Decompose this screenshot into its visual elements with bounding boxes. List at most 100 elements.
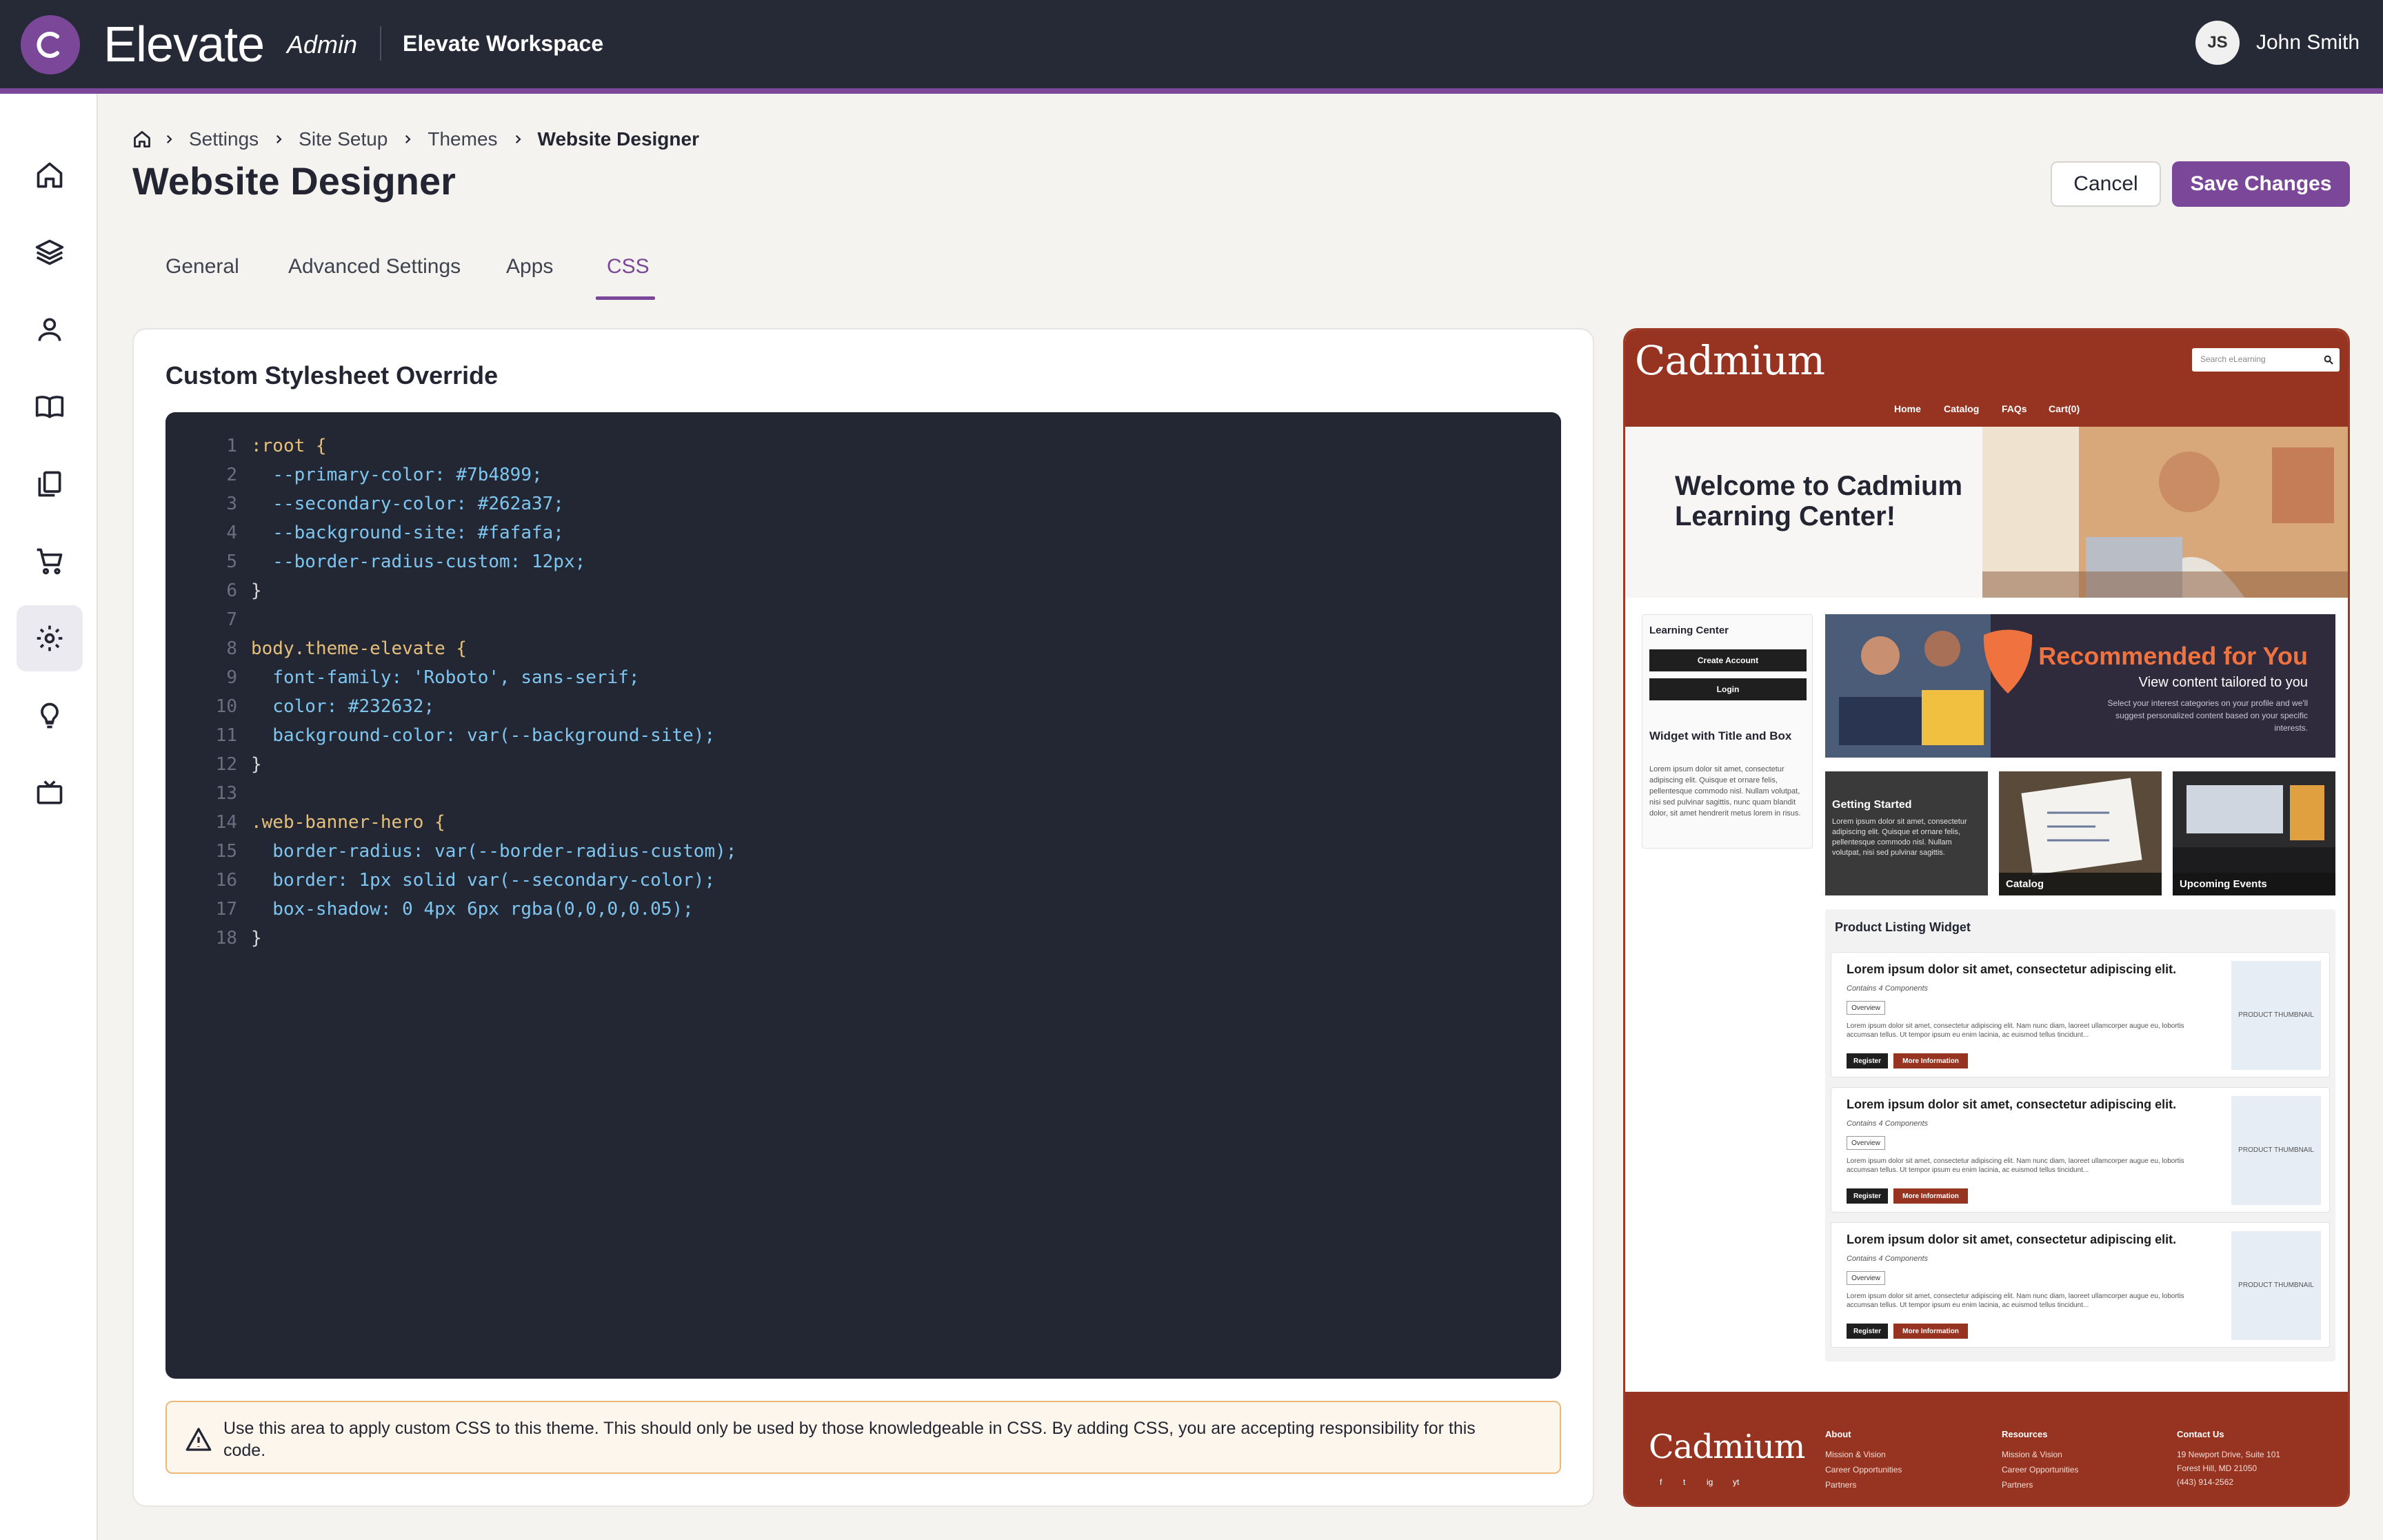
preview-footer-address: 19 Newport Drive, Suite 101: [2177, 1450, 2281, 1459]
sidebar-item-media[interactable]: [17, 760, 83, 826]
preview-widget-title: Widget with Title and Box: [1649, 729, 1792, 742]
admin-label: Admin: [287, 30, 358, 59]
preview-footer-phone: (443) 914-2562: [2177, 1477, 2234, 1487]
preview-footer-resources-title: Resources: [2002, 1429, 2048, 1439]
user-name[interactable]: John Smith: [2256, 31, 2360, 54]
cart-icon: [37, 548, 63, 575]
preview-product-thumbnail: PRODUCT THUMBNAIL: [2231, 1231, 2321, 1340]
instagram-icon: ig: [1707, 1477, 1713, 1487]
preview-footer-city: Forest Hill, MD 21050: [2177, 1463, 2258, 1473]
preview-footer: Cadmium f t ig yt About Mission & Vision…: [1625, 1392, 2348, 1505]
preview-getting-started-title: Getting Started: [1832, 799, 1912, 811]
preview-nav-cart: Cart(0): [2049, 403, 2080, 414]
sidebar-item-home[interactable]: [17, 142, 83, 208]
preview-recommended-title: Recommended for You: [2038, 642, 2308, 670]
preview-register-button: Register: [1847, 1188, 1888, 1204]
preview-product-item: Lorem ipsum dolor sit amet, consectetur …: [1831, 1222, 2330, 1348]
preview-recommended-banner: Recommended for You View content tailore…: [1825, 614, 2335, 758]
breadcrumb-current: Website Designer: [537, 128, 699, 150]
workspace-name[interactable]: Elevate Workspace: [403, 31, 603, 57]
code-text: :root {: [251, 436, 327, 456]
sidebar-item-users[interactable]: [17, 296, 83, 363]
cancel-button[interactable]: Cancel: [2051, 161, 2161, 207]
brand-name: Elevate: [103, 17, 265, 72]
youtube-icon: yt: [1733, 1477, 1740, 1487]
preview-search-placeholder: Search eLearning: [2200, 354, 2266, 364]
chevron-right-icon: [401, 133, 414, 145]
preview-product-item: Lorem ipsum dolor sit amet, consectetur …: [1831, 952, 2330, 1077]
preview-product-description: Lorem ipsum dolor sit amet, consectetur …: [1847, 1293, 2184, 1309]
preview-catalog-label: Catalog: [1999, 873, 2162, 895]
chevron-right-icon: [512, 133, 524, 145]
avatar[interactable]: JS: [2195, 21, 2240, 65]
user-icon: [38, 318, 61, 341]
preview-learning-center-title: Learning Center: [1649, 625, 1729, 636]
preview-footer-link: Career Opportunities: [2002, 1465, 2079, 1475]
preview-create-account-button: Create Account: [1649, 649, 1807, 671]
code-text: }: [251, 754, 262, 775]
layers-icon: [35, 239, 64, 265]
chevron-right-icon: [163, 133, 175, 145]
sidebar-item-ideas[interactable]: [17, 682, 83, 749]
save-changes-button[interactable]: Save Changes: [2172, 161, 2350, 207]
breadcrumb-themes[interactable]: Themes: [428, 128, 497, 150]
preview-footer-about-title: About: [1825, 1429, 1851, 1439]
preview-product-overview-tag: Overview: [1847, 1001, 1885, 1015]
tab-general[interactable]: General: [165, 255, 239, 278]
preview-footer-link: Partners: [2002, 1480, 2033, 1490]
preview-products-title: Product Listing Widget: [1835, 920, 1971, 934]
preview-hero-image: [1982, 427, 2348, 598]
warning-icon: [185, 1428, 212, 1451]
preview-product-contains: Contains 4 Components: [1847, 1119, 1929, 1128]
warning-text: Use this area to apply custom CSS to thi…: [223, 1419, 1476, 1460]
preview-footer-link: Partners: [1825, 1480, 1857, 1490]
preview-product-listing: Product Listing Widget Lorem ipsum dolor…: [1825, 909, 2335, 1361]
preview-learning-center-box: Learning Center Create Account Login Wid…: [1642, 614, 1813, 849]
css-code-editor[interactable]: 1:root { 2 --primary-color: #7b4899; 3 -…: [165, 412, 1561, 1379]
preview-nav-faqs: FAQs: [2002, 403, 2027, 414]
top-bar-accent: [0, 88, 2383, 94]
tab-css[interactable]: CSS: [607, 255, 650, 278]
brand-divider: [380, 26, 381, 61]
tab-advanced-settings[interactable]: Advanced Settings: [288, 255, 461, 278]
preview-card-upcoming-events: Upcoming Events: [2173, 771, 2335, 895]
facebook-icon: f: [1660, 1477, 1662, 1487]
page-title: Website Designer: [132, 159, 456, 203]
preview-product-description: Lorem ipsum dolor sit amet, consectetur …: [1847, 1157, 2184, 1174]
preview-hero-title: Welcome to Cadmium Learning Center!: [1675, 471, 1963, 531]
sidebar-item-content[interactable]: [17, 219, 83, 285]
preview-card-catalog: Catalog: [1999, 771, 2162, 895]
breadcrumb: Settings Site Setup Themes Website Desig…: [132, 124, 702, 154]
preview-footer-logo: Cadmium: [1649, 1428, 1805, 1466]
code-text: --primary-color: #7b4899;: [251, 465, 543, 485]
gear-icon: [37, 625, 63, 651]
code-text: body.theme-elevate {: [251, 638, 467, 659]
sidebar-item-commerce[interactable]: [17, 528, 83, 594]
preview-widget-text: Lorem ipsum dolor sit amet, consectetur …: [1649, 765, 1801, 818]
active-tab-indicator: [596, 296, 655, 300]
preview-product-overview-tag: Overview: [1847, 1271, 1885, 1285]
code-text: color: #232632;: [251, 696, 435, 717]
preview-more-info-button: More Information: [1893, 1188, 1968, 1204]
preview-hero: Welcome to Cadmium Learning Center!: [1625, 427, 2348, 598]
code-text: --background-site: #fafafa;: [251, 523, 564, 543]
sidebar-item-catalog[interactable]: [17, 374, 83, 440]
sidebar-item-documents[interactable]: [17, 451, 83, 517]
preview-footer-link: Career Opportunities: [1825, 1465, 1902, 1475]
breadcrumb-home[interactable]: [132, 130, 152, 149]
chevron-right-icon: [272, 133, 285, 145]
preview-footer-contact-title: Contact Us: [2177, 1429, 2224, 1439]
breadcrumb-settings[interactable]: Settings: [189, 128, 259, 150]
preview-product-contains: Contains 4 Components: [1847, 984, 1929, 993]
breadcrumb-site-setup[interactable]: Site Setup: [299, 128, 388, 150]
tab-apps[interactable]: Apps: [506, 255, 553, 278]
preview-card-getting-started: Getting Started Lorem ipsum dolor sit am…: [1825, 771, 1988, 895]
code-text: --border-radius-custom: 12px;: [251, 551, 586, 572]
preview-product-contains: Contains 4 Components: [1847, 1255, 1929, 1263]
lightbulb-icon: [41, 702, 59, 729]
sidebar-item-settings[interactable]: [17, 605, 83, 671]
tv-icon: [37, 780, 63, 804]
preview-product-title: Lorem ipsum dolor sit amet, consectetur …: [1847, 1233, 2177, 1246]
preview-product-item: Lorem ipsum dolor sit amet, consectetur …: [1831, 1087, 2330, 1213]
app-logo[interactable]: [21, 15, 80, 74]
